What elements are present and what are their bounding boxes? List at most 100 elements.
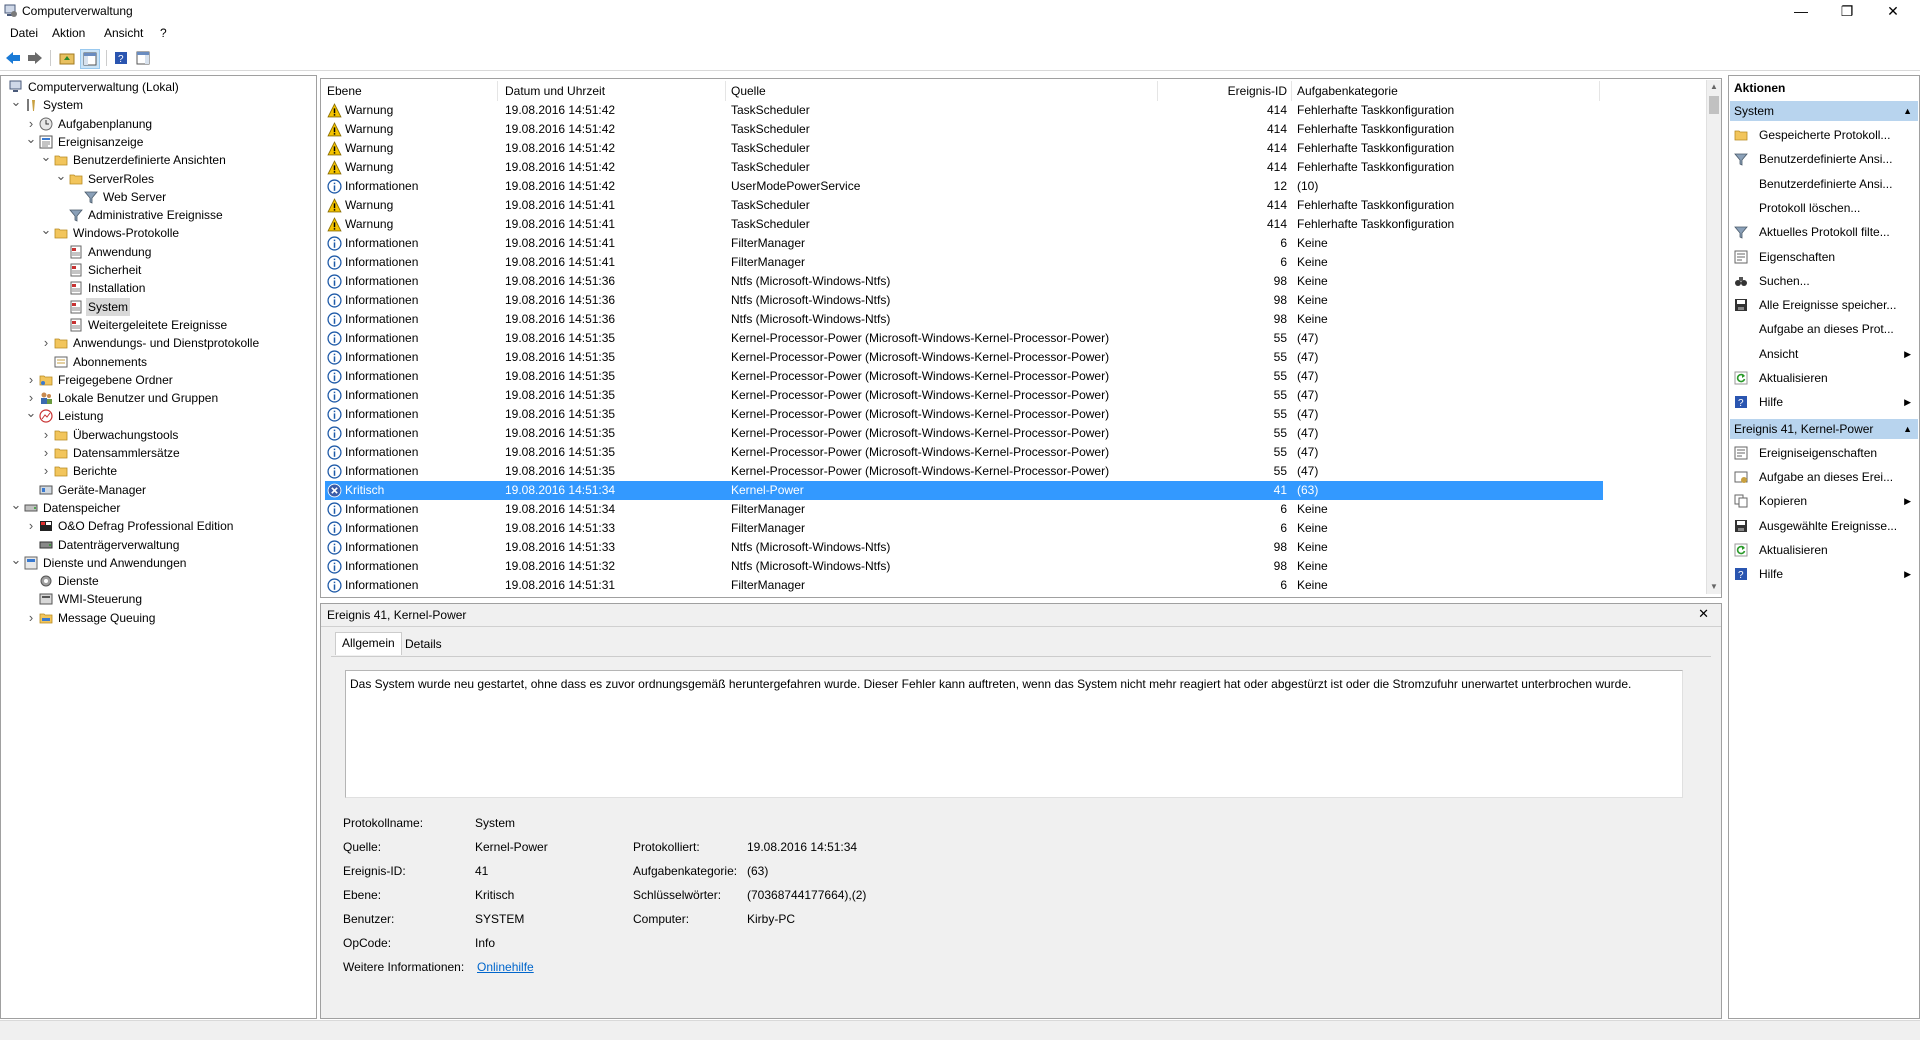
collapsed-chevron-icon[interactable]: › [25,115,37,133]
column-separator[interactable] [1157,81,1158,101]
event-row[interactable]: Informationen 19.08.2016 14:51:35 Kernel-P… [325,405,1603,424]
tree-item[interactable]: Geräte-Manager [1,481,314,499]
action-item[interactable]: Ansicht ▶ [1729,344,1917,364]
tree-item[interactable]: › Datensammlersätze [1,444,314,462]
event-row[interactable]: Informationen 19.08.2016 14:51:36 Ntfs (Mi… [325,272,1603,291]
tree-item[interactable]: ⌄ Dienste und Anwendungen [1,553,314,572]
tree-item[interactable]: ⌄ Ereignisanzeige [1,132,314,151]
collapsed-chevron-icon[interactable]: › [40,426,52,444]
event-row[interactable]: Informationen 19.08.2016 14:51:35 Kernel-P… [325,443,1603,462]
action-item[interactable]: ? Hilfe ▶ [1729,392,1917,412]
events-scrollbar[interactable]: ▲ ▼ [1706,80,1721,594]
event-row[interactable]: Informationen 19.08.2016 14:51:41 FilterMa… [325,234,1603,253]
expanded-chevron-icon[interactable]: ⌄ [10,498,22,511]
help-button[interactable]: ? [112,49,130,67]
event-row[interactable]: Informationen 19.08.2016 14:51:34 FilterMa… [325,500,1603,519]
column-separator[interactable] [1599,81,1600,101]
collapse-caret-icon[interactable]: ▲ [1903,419,1912,439]
event-row[interactable]: Informationen 19.08.2016 14:51:32 Ntfs (Mi… [325,557,1603,576]
event-row[interactable]: Informationen 19.08.2016 14:51:41 FilterMa… [325,253,1603,272]
column-separator[interactable] [497,81,498,101]
minimize-button[interactable]: — [1778,0,1824,22]
tree-item[interactable]: Sicherheit [1,261,314,279]
action-item[interactable]: Ereigniseigenschaften [1729,443,1917,463]
event-row[interactable]: Warnung 19.08.2016 14:51:41 TaskScheduler 4… [325,215,1603,234]
action-item[interactable]: Benutzerdefinierte Ansi... [1729,174,1917,194]
column-header-datum[interactable]: Datum und Uhrzeit [505,83,605,99]
menu-ansicht[interactable]: Ansicht [104,26,143,40]
tree-item[interactable]: Dienste [1,572,314,590]
action-item[interactable]: Aktualisieren [1729,540,1917,560]
tab-allgemein[interactable]: Allgemein [335,632,402,655]
maximize-button[interactable]: ❐ [1824,0,1870,22]
actions-section-event[interactable]: Ereignis 41, Kernel-Power ▲ [1730,418,1918,439]
event-row[interactable]: Informationen 19.08.2016 14:51:35 Kernel-P… [325,348,1603,367]
scroll-up-icon[interactable]: ▲ [1709,82,1719,92]
tree-item[interactable]: ⌄ Datenspeicher [1,498,314,517]
tree-item[interactable]: Computerverwaltung (Lokal) [1,78,314,96]
forward-button[interactable] [26,49,44,67]
action-item[interactable]: Protokoll löschen... [1729,198,1917,218]
action-item[interactable]: Aufgabe an dieses Prot... [1729,319,1917,339]
tree-item[interactable]: ⌄ Leistung [1,406,314,425]
tree-item[interactable]: › O&O Defrag Professional Edition [1,517,314,535]
tree-item[interactable]: Installation [1,279,314,297]
collapsed-chevron-icon[interactable]: › [40,334,52,352]
action-item[interactable]: Gespeicherte Protokoll... [1729,125,1917,145]
tree-item[interactable]: › Anwendungs- und Dienstprotokolle [1,334,314,352]
scroll-down-icon[interactable]: ▼ [1709,582,1719,592]
expanded-chevron-icon[interactable]: ⌄ [10,95,22,108]
action-item[interactable]: Aktualisieren [1729,368,1917,388]
tree-item[interactable]: ⌄ Benutzerdefinierte Ansichten [1,150,314,169]
action-item[interactable]: Kopieren ▶ [1729,491,1917,511]
tree-item[interactable]: WMI-Steuerung [1,590,314,608]
column-header-ereignis-id[interactable]: Ereignis-ID [1227,83,1287,99]
column-header-aufgabenkategorie[interactable]: Aufgabenkategorie [1297,83,1398,99]
event-row[interactable]: Informationen 19.08.2016 14:51:35 Kernel-P… [325,462,1603,481]
tree-item[interactable]: › Berichte [1,462,314,480]
collapsed-chevron-icon[interactable]: › [25,389,37,407]
expanded-chevron-icon[interactable]: ⌄ [55,169,67,182]
action-item[interactable]: Aufgabe an dieses Erei... [1729,467,1917,487]
tree-item[interactable]: › Aufgabenplanung [1,115,314,133]
event-row[interactable]: Informationen 19.08.2016 14:51:36 Ntfs (Mi… [325,310,1603,329]
tree-item[interactable]: › Überwachungstools [1,426,314,444]
column-header-ebene[interactable]: Ebene [327,83,362,99]
column-separator[interactable] [725,81,726,101]
collapsed-chevron-icon[interactable]: › [25,517,37,535]
online-help-link[interactable]: Onlinehilfe [477,960,534,974]
event-row[interactable]: Warnung 19.08.2016 14:51:42 TaskScheduler 4… [325,139,1603,158]
action-item[interactable]: ? Hilfe ▶ [1729,564,1917,584]
collapse-caret-icon[interactable]: ▲ [1903,101,1912,121]
action-item[interactable]: Eigenschaften [1729,247,1917,267]
event-row[interactable]: Informationen 19.08.2016 14:51:35 Kernel-P… [325,329,1603,348]
menu-aktion[interactable]: Aktion [52,26,85,40]
tree-item[interactable]: Anwendung [1,243,314,261]
expanded-chevron-icon[interactable]: ⌄ [40,223,52,236]
event-row[interactable]: Informationen 19.08.2016 14:51:33 Ntfs (Mi… [325,538,1603,557]
show-tree-button[interactable] [80,49,100,69]
column-header-quelle[interactable]: Quelle [731,83,766,99]
action-item[interactable]: Suchen... [1729,271,1917,291]
event-row[interactable]: Warnung 19.08.2016 14:51:42 TaskScheduler 4… [325,158,1603,177]
tree-item[interactable]: Web Server [1,188,314,206]
tree-item[interactable]: › Freigegebene Ordner [1,371,314,389]
collapsed-chevron-icon[interactable]: › [40,462,52,480]
event-row[interactable]: Kritisch 19.08.2016 14:51:34 Kernel-Power 4… [325,481,1603,500]
tab-details[interactable]: Details [399,634,448,654]
event-row[interactable]: Informationen 19.08.2016 14:51:31 FilterMa… [325,576,1603,595]
event-row[interactable]: Informationen 19.08.2016 14:51:35 Kernel-P… [325,386,1603,405]
action-item[interactable]: Alle Ereignisse speicher... [1729,295,1917,315]
tree-item[interactable]: Weitergeleitete Ereignisse [1,316,314,334]
tree-item[interactable]: ⌄ System [1,95,314,114]
tree-item[interactable]: Abonnements [1,353,314,371]
action-item[interactable]: Ausgewählte Ereignisse... [1729,516,1917,536]
event-row[interactable]: Informationen 19.08.2016 14:51:42 UserMode… [325,177,1603,196]
menu-datei[interactable]: Datei [10,26,38,40]
event-row[interactable]: Informationen 19.08.2016 14:51:36 Ntfs (Mi… [325,291,1603,310]
event-row[interactable]: Warnung 19.08.2016 14:51:41 TaskScheduler 4… [325,196,1603,215]
tree-item[interactable]: ⌄ ServerRoles [1,169,314,188]
tree-item[interactable]: › Lokale Benutzer und Gruppen [1,389,314,407]
collapsed-chevron-icon[interactable]: › [25,371,37,389]
expanded-chevron-icon[interactable]: ⌄ [40,150,52,163]
